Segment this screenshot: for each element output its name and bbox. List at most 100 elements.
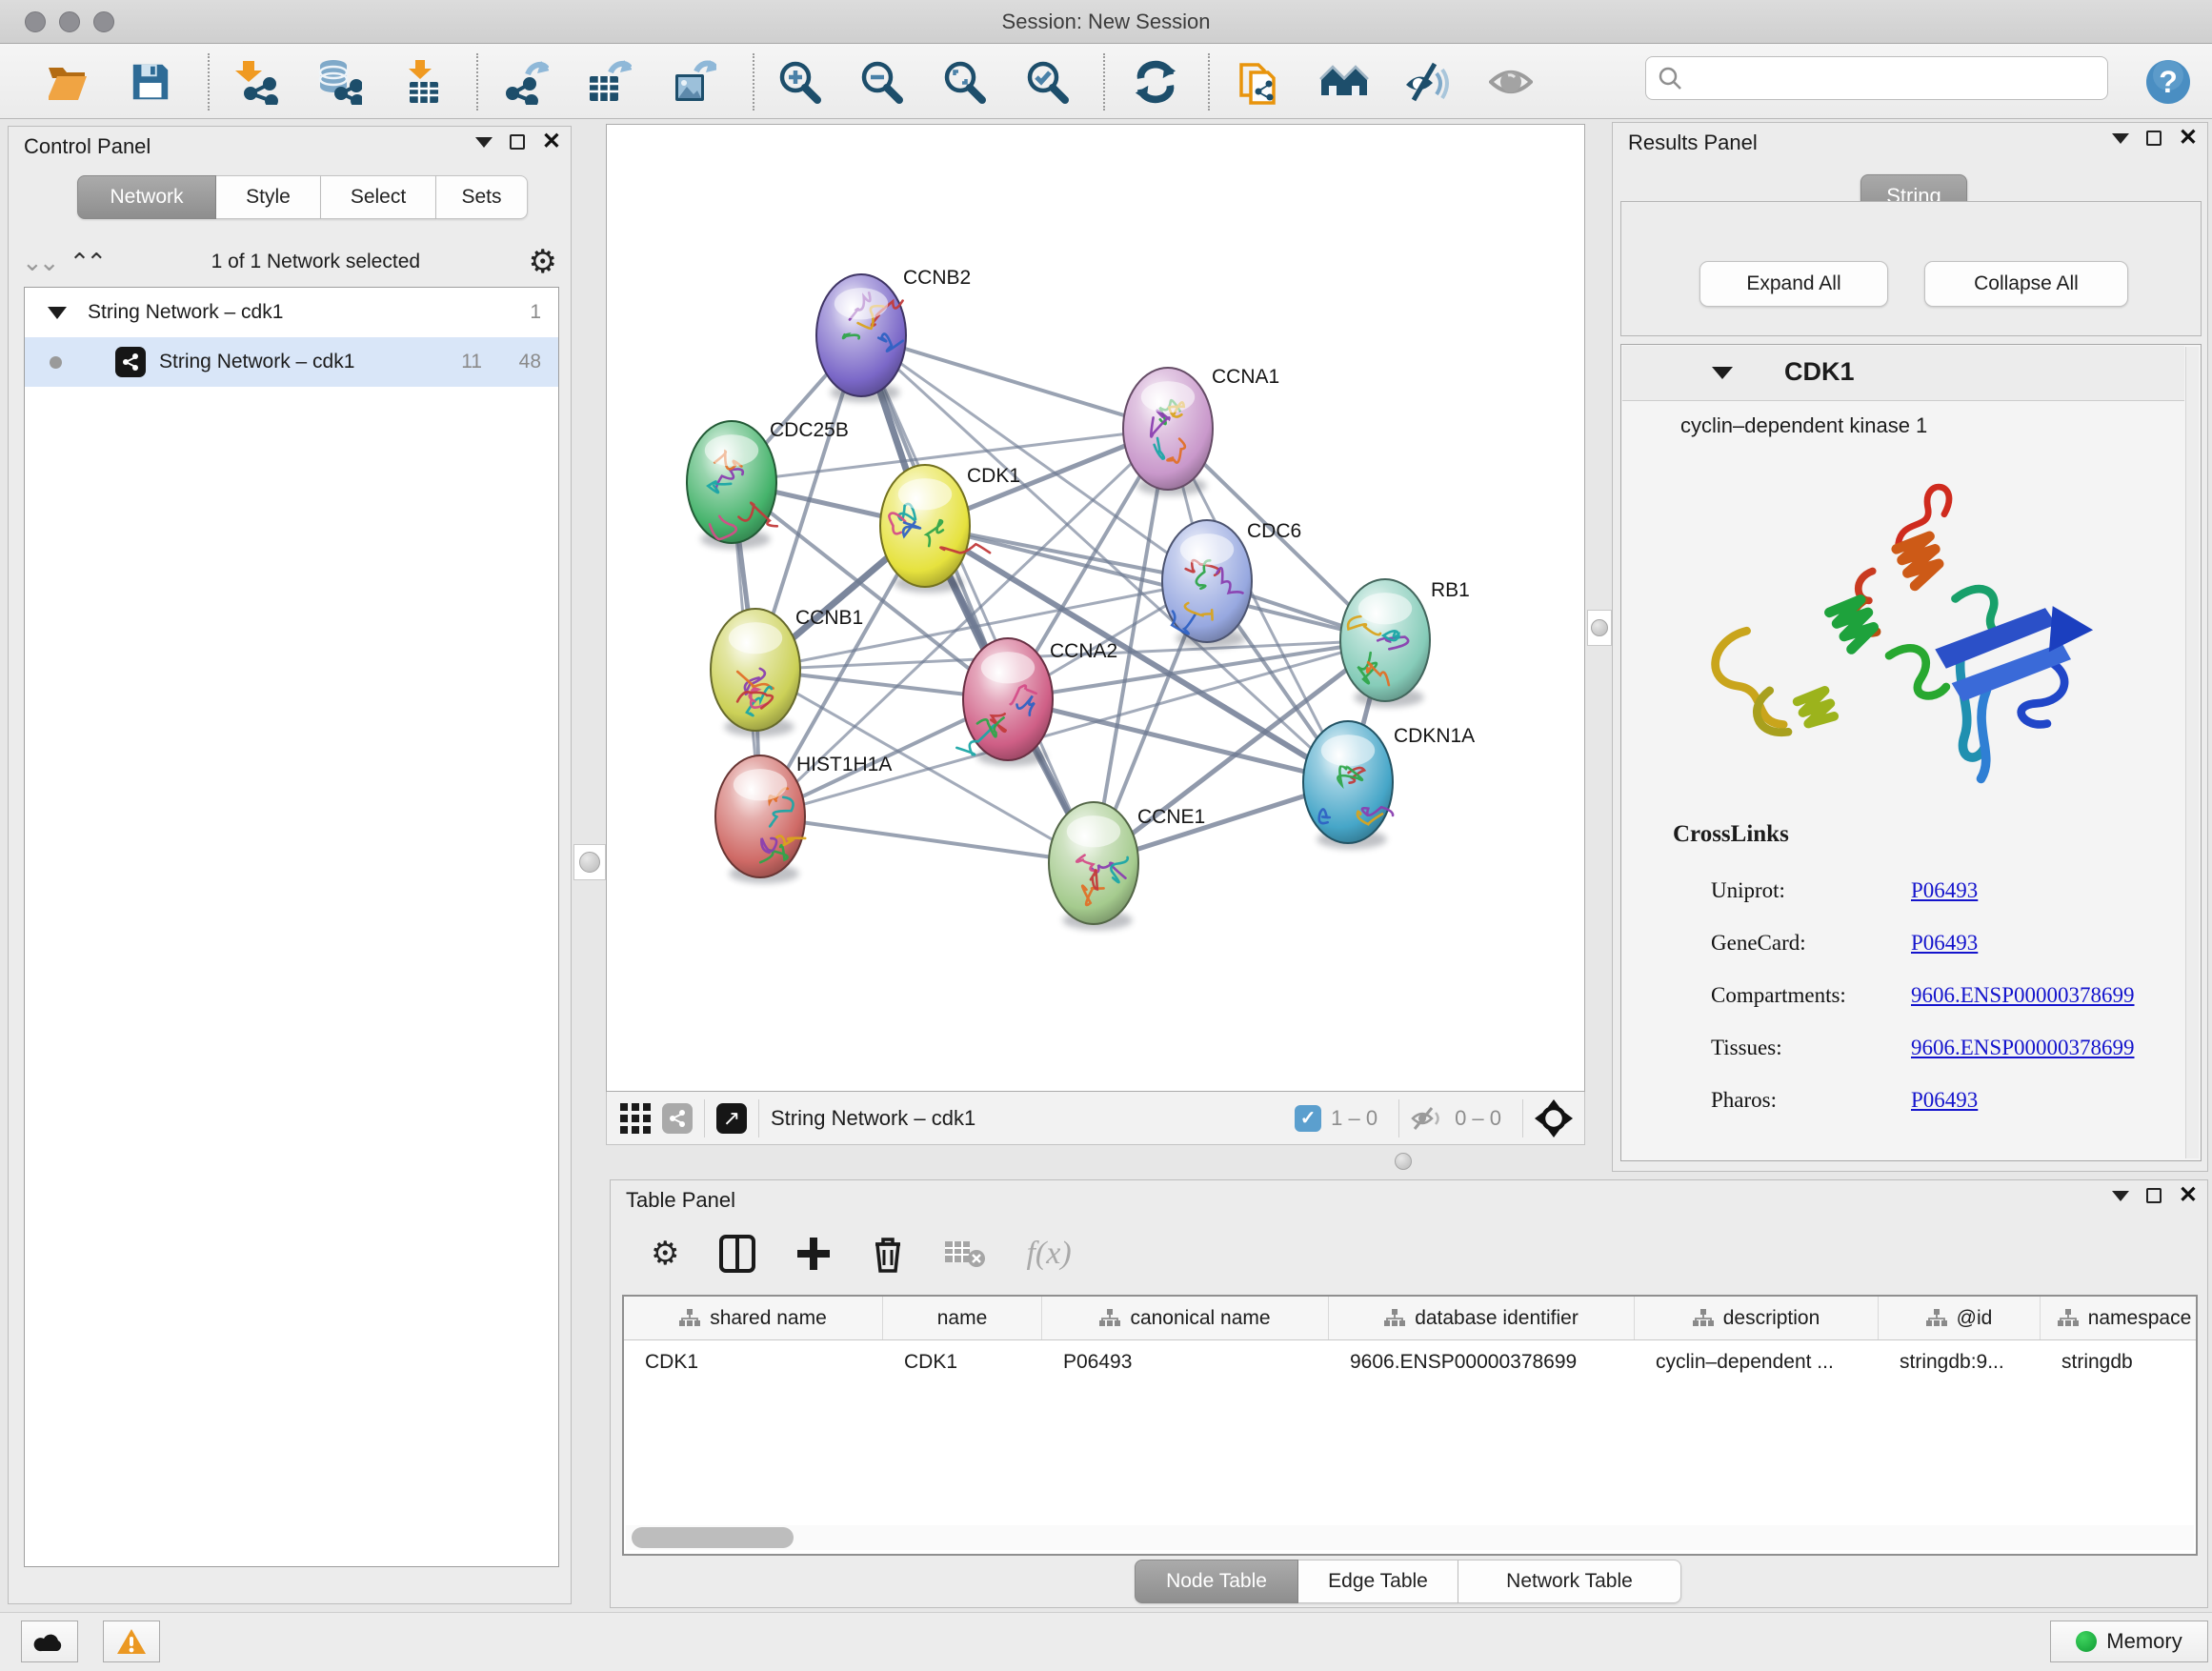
column-header-sharedname[interactable]: shared name [624, 1297, 883, 1339]
minimize-window-button[interactable] [59, 11, 80, 32]
tab-style[interactable]: Style [216, 175, 321, 219]
left-splitter-handle[interactable] [573, 844, 606, 880]
crosslink-link[interactable]: P06493 [1911, 878, 1978, 903]
add-column-icon[interactable] [795, 1236, 832, 1272]
table-cell[interactable]: stringdb:9... [1879, 1340, 2041, 1384]
show-grid-icon[interactable] [1486, 57, 1536, 107]
import-network-from-file-icon[interactable] [233, 57, 283, 107]
close-panel-icon[interactable]: ✕ [2179, 131, 2198, 146]
hide-panels-icon[interactable] [1403, 57, 1453, 107]
tab-select[interactable]: Select [321, 175, 436, 219]
table-cell[interactable]: P06493 [1042, 1340, 1329, 1384]
network-row[interactable]: String Network – cdk1 11 48 [25, 337, 558, 387]
show-all-panels-icon[interactable] [1319, 57, 1369, 107]
network-edge[interactable] [861, 335, 1094, 863]
zoom-out-icon[interactable] [857, 57, 907, 107]
apply-layout-icon[interactable] [1131, 57, 1180, 107]
help-icon[interactable]: ? [2143, 57, 2193, 107]
delete-column-icon[interactable] [872, 1235, 904, 1273]
export-image-icon[interactable] [669, 57, 718, 107]
bottom-splitter-handle[interactable] [1395, 1153, 1412, 1170]
column-header-canonicalname[interactable]: canonical name [1042, 1297, 1329, 1339]
network-canvas[interactable]: CCNB2CCNA1CDC25BCDK1CDC6RB1CCNB1CCNA2CDK… [606, 124, 1585, 1092]
network-options-gear-icon[interactable]: ⚙ [529, 243, 557, 281]
network-edge[interactable] [861, 335, 1168, 429]
column-header-description[interactable]: description [1635, 1297, 1879, 1339]
fit-selection-crosshair-icon[interactable] [1535, 1099, 1573, 1137]
close-panel-icon[interactable]: ✕ [2179, 1188, 2198, 1203]
table-options-gear-icon[interactable]: ⚙ [651, 1235, 679, 1273]
float-panel-icon[interactable] [510, 134, 525, 150]
collapse-all-button[interactable]: Collapse All [1924, 261, 2128, 307]
table-row[interactable]: CDK1CDK1P064939606.ENSP00000378699cyclin… [624, 1340, 2196, 1384]
table-cell[interactable]: 9606.ENSP00000378699 [1329, 1340, 1635, 1384]
float-panel-icon[interactable] [2146, 1188, 2162, 1203]
export-network-icon[interactable] [501, 57, 551, 107]
network-collection-row[interactable]: String Network – cdk1 1 [25, 288, 558, 337]
clear-table-icon[interactable] [944, 1238, 986, 1270]
show-columns-icon[interactable] [719, 1235, 755, 1273]
network-node-ccne1[interactable]: CCNE1 [1049, 802, 1205, 930]
network-node-cdkn1a[interactable]: CDKN1A [1303, 721, 1475, 849]
save-session-icon[interactable] [126, 57, 175, 107]
grid-view-icon[interactable] [620, 1103, 651, 1134]
warnings-button[interactable] [103, 1621, 160, 1662]
search-input[interactable] [1682, 68, 2092, 90]
tab-network-table[interactable]: Network Table [1458, 1560, 1681, 1603]
cloud-button[interactable] [21, 1621, 78, 1662]
gene-card-header[interactable]: CDK1 [1622, 346, 2184, 401]
panel-menu-icon[interactable] [2112, 133, 2129, 144]
crosslink-link[interactable]: 9606.ENSP00000378699 [1911, 983, 2135, 1008]
collapse-all-icon[interactable]: ⌄⌄ [22, 252, 56, 272]
expand-all-button[interactable]: Expand All [1699, 261, 1888, 307]
network-edge[interactable] [760, 816, 1094, 863]
table-cell[interactable]: stringdb [2041, 1340, 2198, 1384]
export-table-icon[interactable] [584, 57, 633, 107]
clone-network-icon[interactable] [1235, 57, 1284, 107]
disclosure-triangle-icon[interactable] [1712, 367, 1733, 379]
crosslink-link[interactable]: 9606.ENSP00000378699 [1911, 1036, 2135, 1060]
close-window-button[interactable] [25, 11, 46, 32]
column-header-databaseidentifier[interactable]: database identifier [1329, 1297, 1635, 1339]
network-node-hist1h1a[interactable]: HIST1H1A [715, 754, 892, 883]
panel-menu-icon[interactable] [2112, 1191, 2129, 1201]
column-header-id[interactable]: @id [1879, 1297, 2041, 1339]
network-node-rb1[interactable]: RB1 [1340, 579, 1470, 707]
panel-menu-icon[interactable] [475, 137, 493, 148]
float-panel-icon[interactable] [2146, 131, 2162, 146]
table-cell[interactable]: CDK1 [624, 1340, 883, 1384]
zoom-in-icon[interactable] [775, 57, 825, 107]
column-header-name[interactable]: name [883, 1297, 1042, 1339]
crosslink-link[interactable]: P06493 [1911, 931, 1978, 956]
import-table-from-file-icon[interactable] [400, 57, 450, 107]
expand-all-icon[interactable]: ⌃⌃ [70, 252, 104, 272]
zoom-selected-icon[interactable] [1023, 57, 1073, 107]
network-node-ccnb2[interactable]: CCNB2 [816, 267, 971, 402]
results-scrollbar[interactable] [2185, 347, 2199, 1158]
right-splitter-handle[interactable] [1587, 610, 1612, 646]
open-session-icon[interactable] [42, 57, 91, 107]
column-header-namespace[interactable]: namespace [2041, 1297, 2198, 1339]
close-panel-icon[interactable]: ✕ [542, 134, 561, 150]
hidden-eye-icon[interactable] [1411, 1106, 1445, 1131]
import-network-from-database-icon[interactable] [313, 57, 363, 107]
function-builder-icon[interactable]: f(x) [1026, 1236, 1071, 1272]
tab-network[interactable]: Network [77, 175, 216, 219]
table-cell[interactable]: cyclin–dependent ... [1635, 1340, 1879, 1384]
tab-edge-table[interactable]: Edge Table [1298, 1560, 1458, 1603]
network-node-ccna1[interactable]: CCNA1 [1123, 366, 1279, 495]
table-cell[interactable]: CDK1 [883, 1340, 1042, 1384]
scrollbar-thumb[interactable] [632, 1527, 794, 1548]
network-node-cdc6[interactable]: CDC6 [1162, 520, 1301, 648]
selected-checkbox-icon[interactable]: ✓ [1295, 1105, 1321, 1132]
search-field[interactable] [1645, 56, 2108, 100]
table-horizontal-scrollbar[interactable] [626, 1525, 2194, 1550]
crosslink-link[interactable]: P06493 [1911, 1088, 1978, 1113]
network-view-icon[interactable] [662, 1103, 693, 1134]
zoom-window-button[interactable] [93, 11, 114, 32]
birdseye-view-icon[interactable]: ↗ [716, 1103, 747, 1134]
tab-node-table[interactable]: Node Table [1135, 1560, 1298, 1603]
disclosure-triangle-icon[interactable] [48, 307, 67, 319]
network-graph[interactable]: CCNB2CCNA1CDC25BCDK1CDC6RB1CCNB1CCNA2CDK… [607, 125, 1584, 1091]
zoom-fit-content-icon[interactable] [940, 57, 990, 107]
